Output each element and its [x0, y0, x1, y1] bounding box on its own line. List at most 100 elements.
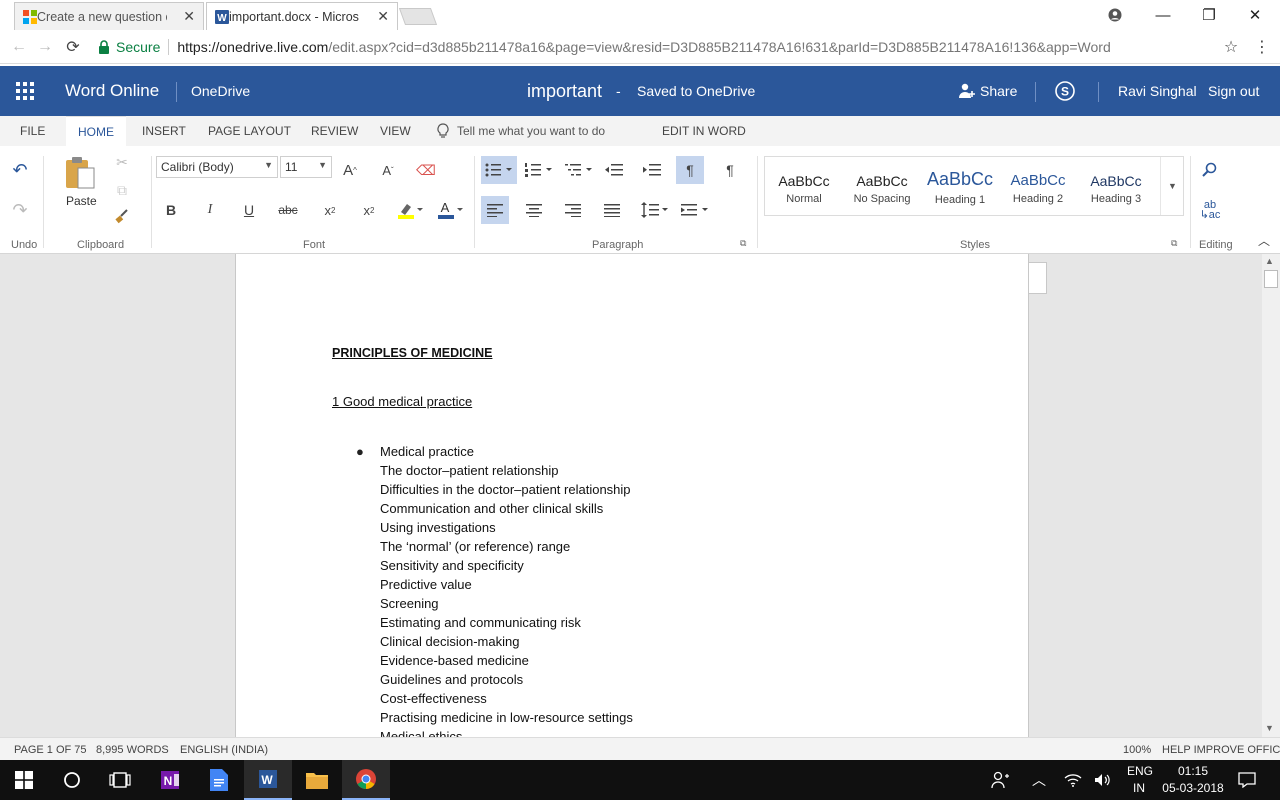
ltr-direction-icon[interactable]: ¶ — [676, 156, 704, 184]
help-improve-link[interactable]: HELP IMPROVE OFFICE — [1162, 744, 1280, 756]
share-button[interactable]: Share — [958, 66, 1017, 116]
close-icon[interactable]: ✕ — [183, 8, 195, 25]
skype-icon[interactable]: S — [1054, 66, 1076, 116]
input-language[interactable]: ENG IN — [1127, 764, 1153, 795]
scroll-down-icon[interactable]: ▼ — [1265, 723, 1274, 733]
new-tab-button[interactable] — [398, 8, 438, 25]
window-close-button[interactable]: ✕ — [1232, 0, 1278, 30]
style-no-spacing[interactable]: AaBbCc No Spacing — [843, 157, 921, 217]
paragraph-spacing-icon[interactable] — [678, 196, 712, 224]
grow-font-icon[interactable]: A ^ — [336, 156, 364, 184]
browser-menu-icon[interactable]: ⋮ — [1251, 36, 1273, 58]
clear-formatting-icon[interactable]: ⌫ — [412, 156, 440, 184]
font-name-select[interactable]: Calibri (Body) ▼ — [156, 156, 278, 178]
onedrive-link[interactable]: OneDrive — [191, 66, 250, 116]
undo-icon[interactable]: ↶ — [6, 156, 34, 184]
bookmark-star-icon[interactable]: ☆ — [1220, 36, 1242, 58]
tray-overflow-icon[interactable]: ︿ — [1032, 760, 1046, 800]
justify-icon[interactable] — [598, 196, 626, 224]
shrink-font-icon[interactable]: Aˇ — [374, 156, 402, 184]
strikethrough-icon[interactable]: abc — [274, 196, 302, 224]
cut-icon[interactable]: ✂ — [108, 148, 136, 176]
tab-home[interactable]: HOME — [66, 116, 126, 146]
multilevel-list-icon[interactable] — [561, 156, 597, 184]
app-name[interactable]: Word Online — [65, 66, 159, 116]
volume-icon[interactable] — [1094, 760, 1112, 800]
bold-icon[interactable]: B — [157, 196, 185, 224]
format-painter-icon[interactable] — [108, 202, 136, 230]
sign-out-link[interactable]: Sign out — [1208, 66, 1259, 116]
collapse-ribbon-icon[interactable]: ︿ — [1258, 232, 1270, 249]
show-paragraph-marks-icon[interactable]: ¶ — [716, 156, 744, 184]
document-page[interactable]: PRINCIPLES OF MEDICINE 1 Good medical pr… — [235, 254, 1029, 737]
align-left-icon[interactable] — [481, 196, 509, 224]
tell-me-box[interactable]: Tell me what you want to do — [437, 116, 605, 146]
user-name[interactable]: Ravi Singhal — [1118, 66, 1197, 116]
action-center-icon[interactable] — [1238, 760, 1256, 800]
close-icon[interactable]: ✕ — [377, 8, 389, 25]
find-icon[interactable] — [1196, 156, 1224, 184]
redo-icon[interactable]: ↷ — [6, 196, 34, 224]
forward-button[interactable]: → — [34, 36, 56, 58]
secure-indicator[interactable]: Secure — [94, 39, 160, 55]
scrollbar-thumb[interactable] — [1264, 270, 1278, 288]
scroll-up-icon[interactable]: ▲ — [1265, 256, 1274, 266]
language-indicator[interactable]: ENGLISH (INDIA) — [180, 744, 268, 756]
word-app-icon[interactable]: W — [244, 760, 292, 800]
tab-page-layout[interactable]: PAGE LAYOUT — [208, 116, 291, 146]
increase-indent-icon[interactable] — [638, 156, 666, 184]
profile-icon[interactable] — [1092, 0, 1138, 30]
chrome-app-icon[interactable] — [342, 760, 390, 800]
word-count[interactable]: 8,995 WORDS — [96, 744, 169, 756]
style-heading-3[interactable]: AaBbCc Heading 3 — [1077, 157, 1155, 217]
back-button[interactable]: ← — [8, 36, 30, 58]
file-explorer-icon[interactable] — [293, 760, 341, 800]
decrease-indent-icon[interactable] — [600, 156, 628, 184]
font-color-icon[interactable]: A — [434, 196, 466, 224]
bullets-icon[interactable] — [481, 156, 517, 184]
italic-icon[interactable]: I — [196, 196, 224, 224]
browser-tab-document[interactable]: W important.docx - Microso ✕ — [206, 2, 398, 30]
clock[interactable]: 01:15 05-03-2018 — [1160, 764, 1226, 795]
highlight-color-icon[interactable] — [394, 196, 426, 224]
address-bar[interactable]: Secure https://onedrive.live.com/edit.as… — [94, 34, 1246, 60]
wifi-icon[interactable] — [1064, 760, 1082, 800]
tab-insert[interactable]: INSERT — [142, 116, 186, 146]
subscript-icon[interactable]: x2 — [316, 196, 344, 224]
style-heading-1[interactable]: AaBbCc Heading 1 — [921, 157, 999, 217]
restore-button[interactable]: ❐ — [1186, 0, 1232, 30]
tab-review[interactable]: REVIEW — [311, 116, 358, 146]
paste-button[interactable]: Paste — [60, 154, 100, 210]
browser-tab-question[interactable]: Create a new question or ✕ — [14, 2, 204, 30]
task-view-icon[interactable] — [96, 760, 144, 800]
styles-more-icon[interactable]: ▼ — [1160, 157, 1184, 215]
style-heading-2[interactable]: AaBbCc Heading 2 — [999, 157, 1077, 217]
people-icon[interactable] — [990, 760, 1010, 800]
align-center-icon[interactable] — [520, 196, 548, 224]
tab-edit-in-word[interactable]: EDIT IN WORD — [662, 116, 746, 146]
replace-icon[interactable]: ab ↳ac — [1196, 196, 1224, 224]
minimize-button[interactable]: — — [1140, 0, 1186, 30]
cortana-search-icon[interactable] — [48, 760, 96, 800]
paragraph-dialog-launcher-icon[interactable]: ⧉ — [740, 238, 746, 249]
style-normal[interactable]: AaBbCc Normal — [765, 157, 843, 217]
underline-icon[interactable]: U — [235, 196, 263, 224]
copy-icon[interactable]: ⧉ — [108, 176, 136, 204]
vertical-scrollbar[interactable]: ▲ ▼ — [1262, 254, 1280, 737]
line-spacing-icon[interactable] — [638, 196, 672, 224]
font-size-select[interactable]: 11 ▼ — [280, 156, 332, 178]
tab-view[interactable]: VIEW — [380, 116, 411, 146]
windows-start-icon[interactable] — [0, 760, 48, 800]
numbering-icon[interactable] — [521, 156, 557, 184]
align-right-icon[interactable] — [559, 196, 587, 224]
tab-file[interactable]: FILE — [20, 116, 45, 146]
page-count[interactable]: PAGE 1 OF 75 — [14, 744, 87, 756]
onenote-app-icon[interactable]: N — [146, 760, 194, 800]
document-name[interactable]: important — [527, 66, 602, 116]
docs-app-icon[interactable] — [195, 760, 243, 800]
styles-dialog-launcher-icon[interactable]: ⧉ — [1171, 238, 1177, 249]
superscript-icon[interactable]: x2 — [355, 196, 383, 224]
zoom-level[interactable]: 100% — [1123, 744, 1151, 756]
reload-button[interactable]: ⟳ — [62, 36, 84, 58]
app-launcher-icon[interactable] — [16, 66, 34, 116]
